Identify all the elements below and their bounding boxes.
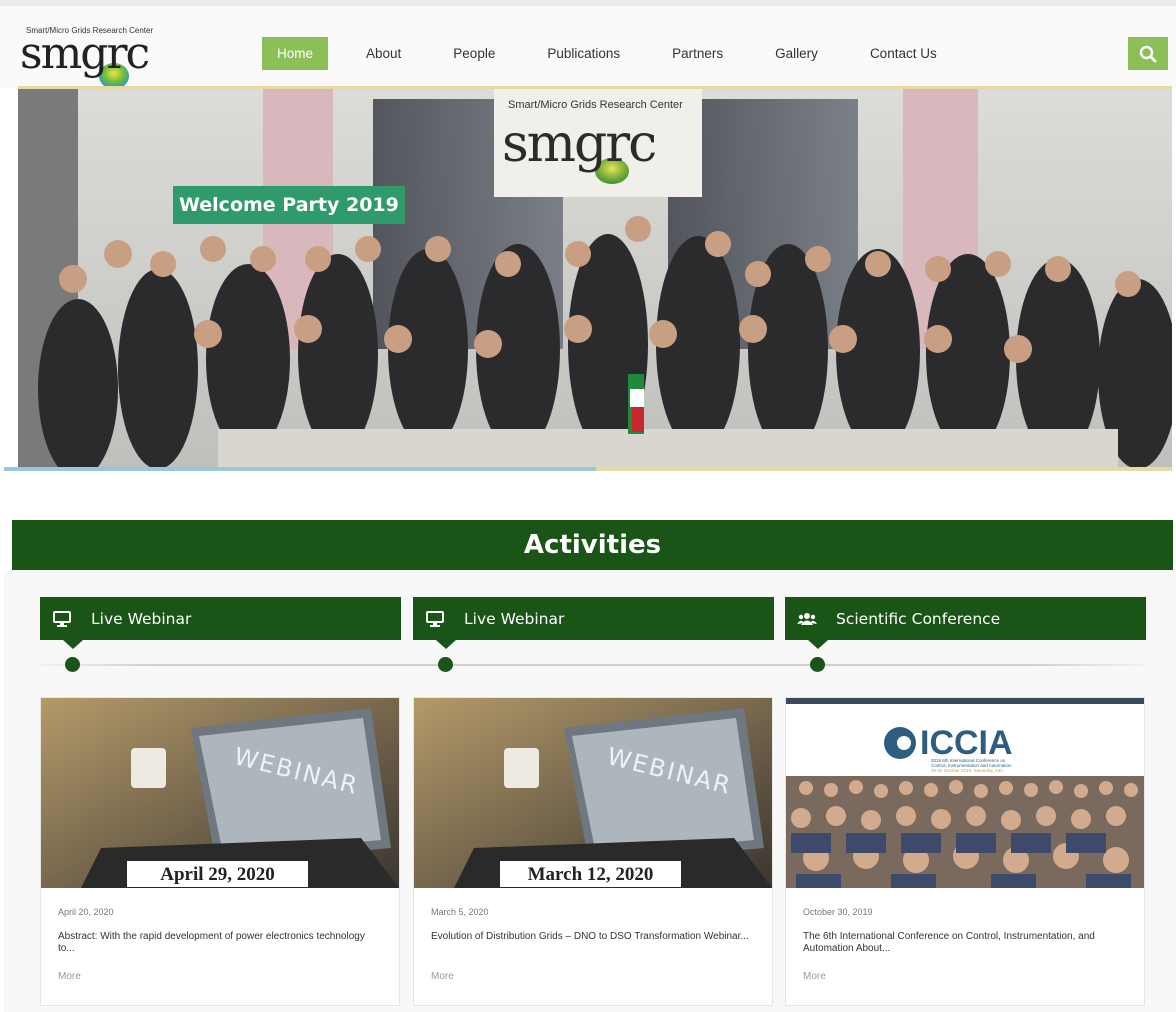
tab-label: Scientific Conference (836, 609, 1001, 628)
tab-pointer (436, 640, 456, 649)
search-button[interactable] (1128, 37, 1168, 70)
webinar-image: WEBINAR (41, 698, 399, 888)
card-excerpt: Evolution of Distribution Grids – DNO to… (431, 931, 749, 942)
webinar-image: WEBINAR (414, 698, 772, 888)
tab-label: Live Webinar (464, 609, 565, 628)
svg-text:ICCIA: ICCIA (920, 724, 1013, 762)
logo-graphic: smgrc (20, 30, 151, 89)
activities-title: Activities (523, 530, 662, 560)
card-date: March 5, 2020 (431, 907, 489, 917)
timeline-dot (810, 657, 825, 672)
tab-live-webinar-1[interactable]: Live Webinar (40, 597, 401, 649)
activity-card-1[interactable]: WEBINAR April 29, 2020 April 20, 2020 Ab… (40, 697, 400, 1006)
nav-publications[interactable]: Publications (533, 37, 634, 70)
tab-pointer (63, 640, 83, 649)
users-icon (797, 609, 817, 629)
slide-caption: Welcome Party 2019 (173, 186, 405, 224)
card-more-link[interactable]: More (58, 971, 81, 982)
card-date: April 20, 2020 (58, 907, 114, 917)
timeline-dot (438, 657, 453, 672)
tab-scientific-conference[interactable]: Scientific Conference (785, 597, 1146, 649)
slider-track (596, 467, 1172, 471)
nav-partners[interactable]: Partners (658, 37, 737, 70)
card-image: WEBINAR March 12, 2020 (414, 698, 772, 888)
card-date: October 30, 2019 (803, 907, 873, 917)
nav-contact-us[interactable]: Contact Us (856, 37, 951, 70)
activity-card-3[interactable]: ICCIA 2019 6th International Conference … (785, 697, 1145, 1006)
svg-text:30-31 October 2019, Sanandaj,: 30-31 October 2019, Sanandaj, Iran (931, 768, 1003, 773)
nav-home[interactable]: Home (262, 37, 329, 70)
card-excerpt: Abstract: With the rapid development of … (58, 931, 365, 954)
activities-header: Activities (12, 520, 1173, 570)
tab-pointer (808, 640, 828, 649)
card-image: ICCIA 2019 6th International Conference … (786, 698, 1144, 888)
search-icon (1139, 45, 1157, 62)
card-image-date: March 12, 2020 (500, 861, 681, 887)
main-nav: Home About People Publications Partners … (262, 37, 975, 70)
card-excerpt: The 6th International Conference on Cont… (803, 931, 1095, 954)
nav-about[interactable]: About (352, 37, 415, 70)
nav-gallery[interactable]: Gallery (761, 37, 832, 70)
nav-people[interactable]: People (439, 37, 509, 70)
tab-live-webinar-2[interactable]: Live Webinar (413, 597, 774, 649)
sign-logo: smgrc (502, 114, 657, 184)
activity-card-2[interactable]: WEBINAR March 12, 2020 March 5, 2020 Evo… (413, 697, 773, 1006)
center-sign: Smart/Micro Grids Research Center smgrc (494, 89, 702, 197)
hero-slider[interactable]: Smart/Micro Grids Research Center smgrc … (18, 89, 1172, 468)
site-header: Smart/Micro Grids Research Center smgrc … (0, 0, 1176, 89)
card-image-date: April 29, 2020 (127, 861, 308, 887)
card-more-link[interactable]: More (803, 971, 826, 982)
card-more-link[interactable]: More (431, 971, 454, 982)
timeline-line (40, 664, 1146, 666)
tab-label: Live Webinar (91, 609, 192, 628)
svg-text:smgrc: smgrc (20, 30, 149, 79)
conference-image: ICCIA 2019 6th International Conference … (786, 698, 1144, 888)
site-logo[interactable]: Smart/Micro Grids Research Center smgrc (20, 20, 172, 92)
monitor-icon (425, 609, 445, 629)
timeline-dot (65, 657, 80, 672)
monitor-icon (52, 609, 72, 629)
slider-progress (4, 467, 596, 471)
svg-text:smgrc: smgrc (502, 114, 655, 174)
card-image: WEBINAR April 29, 2020 (41, 698, 399, 888)
